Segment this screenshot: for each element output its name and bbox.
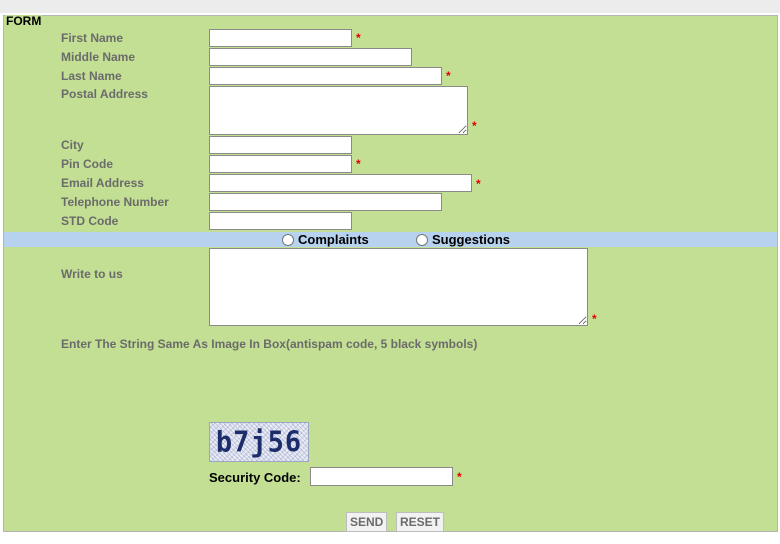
middle-name-input[interactable] bbox=[209, 48, 412, 66]
suggestions-label: Suggestions bbox=[432, 232, 511, 247]
email-label: Email Address bbox=[61, 176, 144, 190]
security-code-input[interactable] bbox=[310, 467, 453, 486]
city-label: City bbox=[61, 138, 84, 152]
captcha-text: b7j56 bbox=[215, 425, 303, 459]
last-name-input[interactable] bbox=[209, 67, 442, 85]
first-name-label: First Name bbox=[61, 31, 124, 45]
pin-code-label: Pin Code bbox=[61, 157, 114, 171]
form-legend: FORM bbox=[5, 14, 43, 28]
first-name-required-marker: * bbox=[356, 31, 361, 45]
write-to-us-required-marker: * bbox=[592, 312, 597, 326]
middle-name-label: Middle Name bbox=[61, 50, 136, 64]
contact-form: FORM First Name * Middle Name Last Name … bbox=[3, 15, 778, 532]
email-required-marker: * bbox=[476, 177, 481, 191]
last-name-label: Last Name bbox=[61, 69, 122, 83]
top-strip bbox=[0, 0, 780, 13]
write-to-us-textarea[interactable] bbox=[209, 248, 588, 326]
security-code-required-marker: * bbox=[457, 470, 462, 484]
first-name-input[interactable] bbox=[209, 29, 352, 47]
captcha-image: b7j56 bbox=[209, 422, 309, 462]
category-bar: Complaints Suggestions bbox=[4, 232, 777, 247]
telephone-input[interactable] bbox=[209, 193, 442, 211]
suggestions-option[interactable]: Suggestions bbox=[416, 232, 510, 247]
last-name-required-marker: * bbox=[446, 69, 451, 83]
email-input[interactable] bbox=[209, 174, 472, 192]
reset-button[interactable]: RESET bbox=[396, 512, 445, 532]
postal-address-label: Postal Address bbox=[61, 87, 148, 101]
pin-code-required-marker: * bbox=[356, 157, 361, 171]
std-code-input[interactable] bbox=[209, 212, 352, 230]
city-input[interactable] bbox=[209, 136, 352, 154]
pin-code-input[interactable] bbox=[209, 155, 352, 173]
std-code-label: STD Code bbox=[61, 214, 119, 228]
complaints-radio[interactable] bbox=[282, 233, 294, 246]
complaints-option[interactable]: Complaints bbox=[282, 232, 369, 247]
antispam-instruction: Enter The String Same As Image In Box(an… bbox=[61, 337, 478, 351]
send-button[interactable]: SEND bbox=[346, 512, 388, 532]
postal-address-textarea[interactable] bbox=[209, 86, 468, 135]
suggestions-radio[interactable] bbox=[416, 233, 428, 246]
complaints-label: Complaints bbox=[298, 232, 369, 247]
postal-address-required-marker: * bbox=[472, 119, 477, 133]
telephone-label: Telephone Number bbox=[61, 195, 169, 209]
security-code-label: Security Code: bbox=[209, 470, 301, 485]
write-to-us-label: Write to us bbox=[61, 267, 123, 281]
